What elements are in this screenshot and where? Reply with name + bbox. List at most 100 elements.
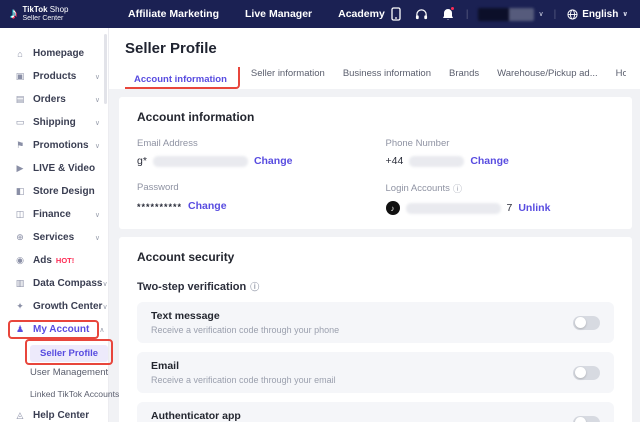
subitem-label: User Management	[30, 367, 108, 378]
chevron-down-icon: ∨	[95, 234, 100, 242]
headset-support-icon[interactable]	[414, 6, 430, 22]
page-title: Seller Profile	[125, 40, 626, 57]
globe-icon	[566, 8, 578, 20]
tab-account-information[interactable]: Account information	[125, 74, 236, 89]
sidebar-item-products[interactable]: ▣ Products ∨	[0, 65, 108, 88]
sidebar-nav: ⌂ Homepage ▣ Products ∨ ▤ Orders ∨ ▭ Shi…	[0, 28, 109, 422]
row-title: Email	[151, 360, 336, 372]
sidebar-item-promotions[interactable]: ⚑ Promotions ∨	[0, 134, 108, 157]
change-password-link[interactable]: Change	[188, 200, 227, 212]
ads-icon: ◉	[14, 255, 26, 266]
sidebar-item-ads[interactable]: ◉ Ads HOT!	[0, 249, 108, 272]
sidebar-item-my-account[interactable]: ♟ My Account ∧	[0, 318, 108, 341]
sidebar-item-label: Growth Center	[33, 301, 102, 312]
data-compass-chart-icon: ▥	[14, 278, 26, 289]
login-accounts-label: Login Accounts	[386, 183, 450, 194]
row-title: Text message	[151, 310, 339, 322]
orders-icon: ▤	[14, 94, 26, 105]
top-nav-live-manager[interactable]: Live Manager	[245, 8, 312, 20]
divider: |	[466, 9, 469, 20]
sidebar-item-growth-center[interactable]: ✦ Growth Center ∨	[0, 295, 108, 318]
chevron-down-icon: ∨	[95, 73, 100, 81]
sidebar-item-label: Promotions	[33, 140, 89, 151]
logo-line1-bold: TikTok	[23, 5, 48, 14]
mobile-app-icon[interactable]	[388, 6, 404, 22]
sidebar-item-label: Shipping	[33, 117, 76, 128]
sidebar-item-label: Orders	[33, 94, 66, 105]
sidebar-item-homepage[interactable]: ⌂ Homepage	[0, 42, 108, 65]
sidebar-item-label: Help Center	[33, 410, 89, 421]
language-selector[interactable]: English ∨	[566, 8, 628, 20]
top-bar-right: | ∨ | English ∨	[388, 6, 628, 22]
toggle-knob	[575, 317, 586, 328]
row-title: Authenticator app	[151, 410, 380, 422]
toggle-knob	[575, 367, 586, 378]
tiktok-shop-logo[interactable]: ♪ TikTok Shop Seller Center	[10, 6, 114, 22]
two-step-row-authenticator-app: Authenticator app Receive a verification…	[137, 402, 614, 422]
unlink-account-link[interactable]: Unlink	[518, 202, 550, 214]
tab-holiday-mode[interactable]: Holiday mode	[607, 68, 626, 89]
change-phone-link[interactable]: Change	[470, 155, 509, 167]
text-message-toggle[interactable]	[573, 316, 600, 330]
sidebar-item-label: Products	[33, 71, 76, 82]
sidebar-item-help-center[interactable]: ◬ Help Center	[0, 404, 108, 422]
promotions-megaphone-icon: ⚑	[14, 140, 26, 151]
tab-business-information[interactable]: Business information	[334, 68, 440, 89]
change-email-link[interactable]: Change	[254, 155, 293, 167]
account-name-redacted	[478, 8, 534, 21]
sidebar-item-label: Services	[33, 232, 74, 243]
sidebar-item-data-compass[interactable]: ▥ Data Compass ∨	[0, 272, 108, 295]
sidebar-subitem-seller-profile[interactable]: Seller Profile	[0, 341, 108, 362]
tab-bar: Account information Seller information B…	[125, 67, 626, 89]
account-security-card: Account security Two-step verification ⓘ…	[119, 237, 632, 422]
password-masked-value: **********	[137, 199, 182, 212]
sidebar-subitem-user-management[interactable]: User Management	[0, 362, 108, 383]
sidebar-item-label: Store Design	[33, 186, 95, 197]
top-nav-affiliate-marketing[interactable]: Affiliate Marketing	[128, 8, 219, 20]
info-icon[interactable]: ⓘ	[453, 182, 462, 195]
top-nav-academy[interactable]: Academy	[338, 8, 385, 20]
row-description: Receive a verification code through your…	[151, 375, 336, 385]
sidebar-item-label: My Account	[33, 324, 89, 335]
email-toggle[interactable]	[573, 366, 600, 380]
chevron-down-icon: ∨	[102, 280, 107, 288]
sidebar-item-orders[interactable]: ▤ Orders ∨	[0, 88, 108, 111]
phone-value-visible: +44	[386, 155, 404, 167]
info-icon[interactable]: ⓘ	[250, 280, 259, 293]
phone-field: Phone Number +44 Change	[386, 138, 615, 167]
annotation-box-active-tab: Account information	[125, 67, 240, 89]
tiktok-account-icon: ♪	[386, 201, 400, 215]
sidebar-item-finance[interactable]: ◫ Finance ∨	[0, 203, 108, 226]
sidebar-item-services[interactable]: ⊕ Services ∨	[0, 226, 108, 249]
login-account-redacted	[406, 203, 501, 214]
language-label: English	[582, 9, 618, 20]
homepage-icon: ⌂	[14, 49, 26, 59]
hot-badge: HOT!	[56, 256, 74, 265]
sidebar-item-shipping[interactable]: ▭ Shipping ∨	[0, 111, 108, 134]
authenticator-app-toggle[interactable]	[573, 416, 600, 422]
tab-seller-information[interactable]: Seller information	[242, 68, 334, 89]
account-information-heading: Account information	[137, 110, 614, 124]
sidebar-subitem-linked-tiktok-accounts[interactable]: Linked TikTok Accounts	[0, 383, 108, 404]
chevron-down-icon: ∨	[95, 96, 100, 104]
account-menu[interactable]: ∨	[478, 8, 543, 21]
email-field: Email Address g* Change	[137, 138, 366, 167]
sidebar-item-live-video[interactable]: ▶ LIVE & Video	[0, 157, 108, 180]
row-description: Receive a verification code through your…	[151, 325, 339, 335]
top-nav: Affiliate Marketing Live Manager Academy	[128, 8, 385, 20]
sidebar-item-store-design[interactable]: ◧ Store Design	[0, 180, 108, 203]
notification-bell-icon[interactable]	[440, 6, 456, 22]
password-field: Password ********** Change	[137, 182, 366, 215]
chevron-down-icon: ∨	[95, 119, 100, 127]
logo-text: TikTok Shop Seller Center	[23, 6, 69, 22]
two-step-row-email: Email Receive a verification code throug…	[137, 352, 614, 393]
tab-warehouse-pickup-address[interactable]: Warehouse/Pickup ad...	[488, 68, 607, 89]
live-video-icon: ▶	[14, 163, 26, 174]
divider: |	[554, 9, 557, 20]
chevron-down-icon: ∨	[95, 211, 100, 219]
sidebar-scrollbar[interactable]	[104, 34, 107, 104]
tab-brands[interactable]: Brands	[440, 68, 488, 89]
growth-center-icon: ✦	[14, 301, 26, 312]
logo-line2: Seller Center	[23, 15, 69, 22]
annotation-box-my-account: ♟ My Account	[8, 320, 99, 339]
